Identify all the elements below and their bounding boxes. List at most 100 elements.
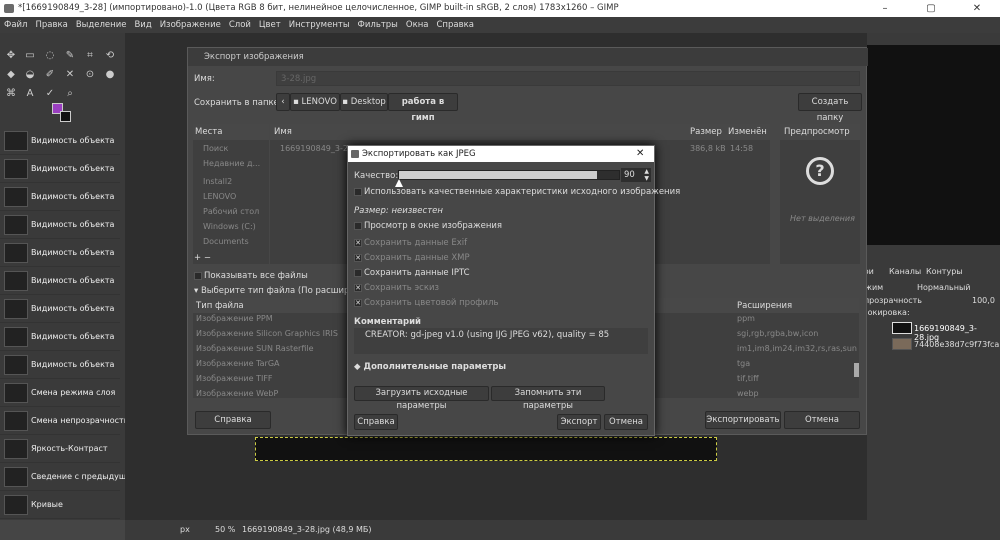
- path-desktop[interactable]: ▪ Desktop: [340, 93, 388, 111]
- export-help-button[interactable]: Справка: [195, 411, 271, 429]
- menu-layer[interactable]: Слой: [229, 20, 251, 30]
- clone-icon[interactable]: ⊙: [85, 70, 95, 80]
- path-lenovo[interactable]: ▪ LENOVO: [290, 93, 340, 111]
- export-cancel-button[interactable]: Отмена: [784, 411, 860, 429]
- mode-select[interactable]: Нормальный: [917, 283, 971, 292]
- use-source-quality-checkbox[interactable]: [354, 188, 362, 196]
- history-item[interactable]: Видимость объекта: [0, 155, 120, 183]
- menu-tools[interactable]: Инструменты: [289, 20, 350, 30]
- tab-channels[interactable]: Каналы: [889, 267, 921, 276]
- place-search[interactable]: Поиск: [203, 144, 228, 153]
- unit-select[interactable]: px: [180, 520, 190, 540]
- history-item[interactable]: Видимость объекта: [0, 323, 120, 351]
- place-install[interactable]: Install2: [203, 177, 232, 186]
- move-tool-icon[interactable]: ✥: [6, 51, 16, 61]
- save-thumbnail-checkbox[interactable]: ✕: [354, 284, 362, 292]
- lasso-icon[interactable]: ◌: [45, 51, 55, 61]
- col-name[interactable]: Имя: [274, 127, 292, 137]
- minimize-button[interactable]: –: [862, 0, 908, 17]
- jpeg-cancel-button[interactable]: Отмена: [604, 414, 648, 430]
- menu-help[interactable]: Справка: [436, 20, 473, 30]
- menu-edit[interactable]: Правка: [35, 20, 67, 30]
- save-exif-checkbox[interactable]: ✕: [354, 239, 362, 247]
- opacity-value[interactable]: 100,0: [972, 296, 995, 305]
- history-item[interactable]: Сведение с предыдущим: [0, 463, 138, 491]
- spin-arrows-icon[interactable]: ▲ ▼: [644, 168, 649, 182]
- filename-input[interactable]: 3-28.jpg: [276, 71, 860, 86]
- col-modified[interactable]: Изменён: [728, 127, 767, 137]
- menu-windows[interactable]: Окна: [406, 20, 429, 30]
- advanced-expander[interactable]: ◆ Дополнительные параметры: [354, 362, 506, 372]
- load-defaults-button[interactable]: Загрузить исходные параметры: [354, 386, 489, 411]
- crop-icon[interactable]: ⌗: [85, 51, 95, 61]
- tab-paths[interactable]: Контуры: [926, 267, 963, 276]
- save-profile-checkbox[interactable]: ✕: [354, 299, 362, 307]
- save-defaults-button[interactable]: Запомнить эти параметры: [491, 386, 605, 411]
- warp-icon[interactable]: ◆: [6, 70, 16, 80]
- place-desktop[interactable]: Рабочий стол: [203, 207, 259, 216]
- preview-checkbox[interactable]: [354, 222, 362, 230]
- place-recent[interactable]: Недавние д...: [203, 159, 260, 168]
- fuzzy-select-icon[interactable]: ✎: [65, 51, 75, 61]
- type-sun[interactable]: Изображение SUN Rasterfile: [196, 344, 314, 353]
- place-lenovo[interactable]: LENOVO: [203, 192, 236, 201]
- history-item[interactable]: Видимость объекта: [0, 295, 120, 323]
- type-sgi[interactable]: Изображение Silicon Graphics IRIS: [196, 329, 338, 338]
- history-item[interactable]: Видимость объекта: [0, 351, 120, 379]
- jpeg-dialog-header: Экспортировать как JPEG ✕: [348, 146, 654, 162]
- menu-image[interactable]: Изображение: [160, 20, 221, 30]
- history-item[interactable]: Видимость объекта: [0, 239, 120, 267]
- comment-textarea[interactable]: CREATOR: gd-jpeg v1.0 (using IJG JPEG v6…: [354, 328, 648, 354]
- menu-filters[interactable]: Фильтры: [358, 20, 398, 30]
- type-tiff[interactable]: Изображение TIFF: [196, 374, 273, 383]
- history-item[interactable]: Видимость объекта: [0, 267, 120, 295]
- menu-view[interactable]: Вид: [134, 20, 151, 30]
- menu-file[interactable]: Файл: [4, 20, 27, 30]
- menu-select[interactable]: Выделение: [76, 20, 127, 30]
- history-item[interactable]: Смена режима слоя: [0, 379, 120, 407]
- zoom-icon[interactable]: ⌕: [65, 89, 75, 99]
- close-button[interactable]: ✕: [954, 0, 1000, 17]
- add-place-icon[interactable]: + −: [194, 253, 211, 263]
- rect-select-icon[interactable]: ▭: [25, 51, 35, 61]
- jpeg-help-button[interactable]: Справка: [354, 414, 398, 430]
- quality-spin[interactable]: 90 ▲ ▼: [621, 168, 651, 182]
- background-color-swatch[interactable]: [60, 111, 71, 122]
- jpeg-export-button[interactable]: Экспорт: [557, 414, 601, 430]
- unified-transform-icon[interactable]: ⟲: [105, 51, 115, 61]
- type-tga[interactable]: Изображение TarGA: [196, 359, 280, 368]
- history-item[interactable]: Яркость-Контраст: [0, 435, 120, 463]
- export-confirm-button[interactable]: Экспортировать: [705, 411, 781, 429]
- maximize-button[interactable]: ▢: [908, 0, 954, 17]
- smudge-icon[interactable]: ●: [105, 70, 115, 80]
- place-documents[interactable]: Documents: [203, 237, 249, 246]
- zoom-select[interactable]: 50 %: [215, 520, 235, 540]
- type-webp[interactable]: Изображение WebP: [196, 389, 278, 398]
- history-item[interactable]: Кривые: [0, 491, 120, 519]
- paintbrush-icon[interactable]: ✐: [45, 70, 55, 80]
- close-icon[interactable]: ✕: [636, 146, 650, 162]
- folder-icon: ▪: [342, 97, 351, 107]
- history-item[interactable]: Видимость объекта: [0, 183, 120, 211]
- history-item[interactable]: Видимость объекта: [0, 127, 120, 155]
- file-type-scrollbar[interactable]: [854, 363, 859, 377]
- path-current[interactable]: работа в гимп: [388, 93, 458, 123]
- quality-slider[interactable]: [398, 170, 620, 180]
- show-all-checkbox[interactable]: [194, 272, 202, 280]
- paths-icon[interactable]: ⌘: [6, 89, 16, 99]
- eraser-icon[interactable]: ✕: [65, 70, 75, 80]
- text-tool-icon[interactable]: A: [25, 89, 35, 99]
- save-iptc-checkbox[interactable]: [354, 269, 362, 277]
- type-ppm[interactable]: Изображение PPM: [196, 314, 273, 323]
- color-picker-icon[interactable]: ✓: [45, 89, 55, 99]
- history-item[interactable]: Смена непрозрачности: [0, 407, 129, 435]
- path-back-button[interactable]: ‹: [276, 93, 290, 111]
- col-size[interactable]: Размер: [690, 127, 722, 137]
- layer-name-2[interactable]: 74408e38d7c9f73fca54...: [914, 340, 1000, 349]
- menu-colors[interactable]: Цвет: [259, 20, 281, 30]
- place-windows[interactable]: Windows (C:): [203, 222, 256, 231]
- history-item[interactable]: Видимость объекта: [0, 211, 120, 239]
- save-xmp-checkbox[interactable]: ✕: [354, 254, 362, 262]
- bucket-fill-icon[interactable]: ◒: [25, 70, 35, 80]
- create-folder-button[interactable]: Создать папку: [798, 93, 862, 123]
